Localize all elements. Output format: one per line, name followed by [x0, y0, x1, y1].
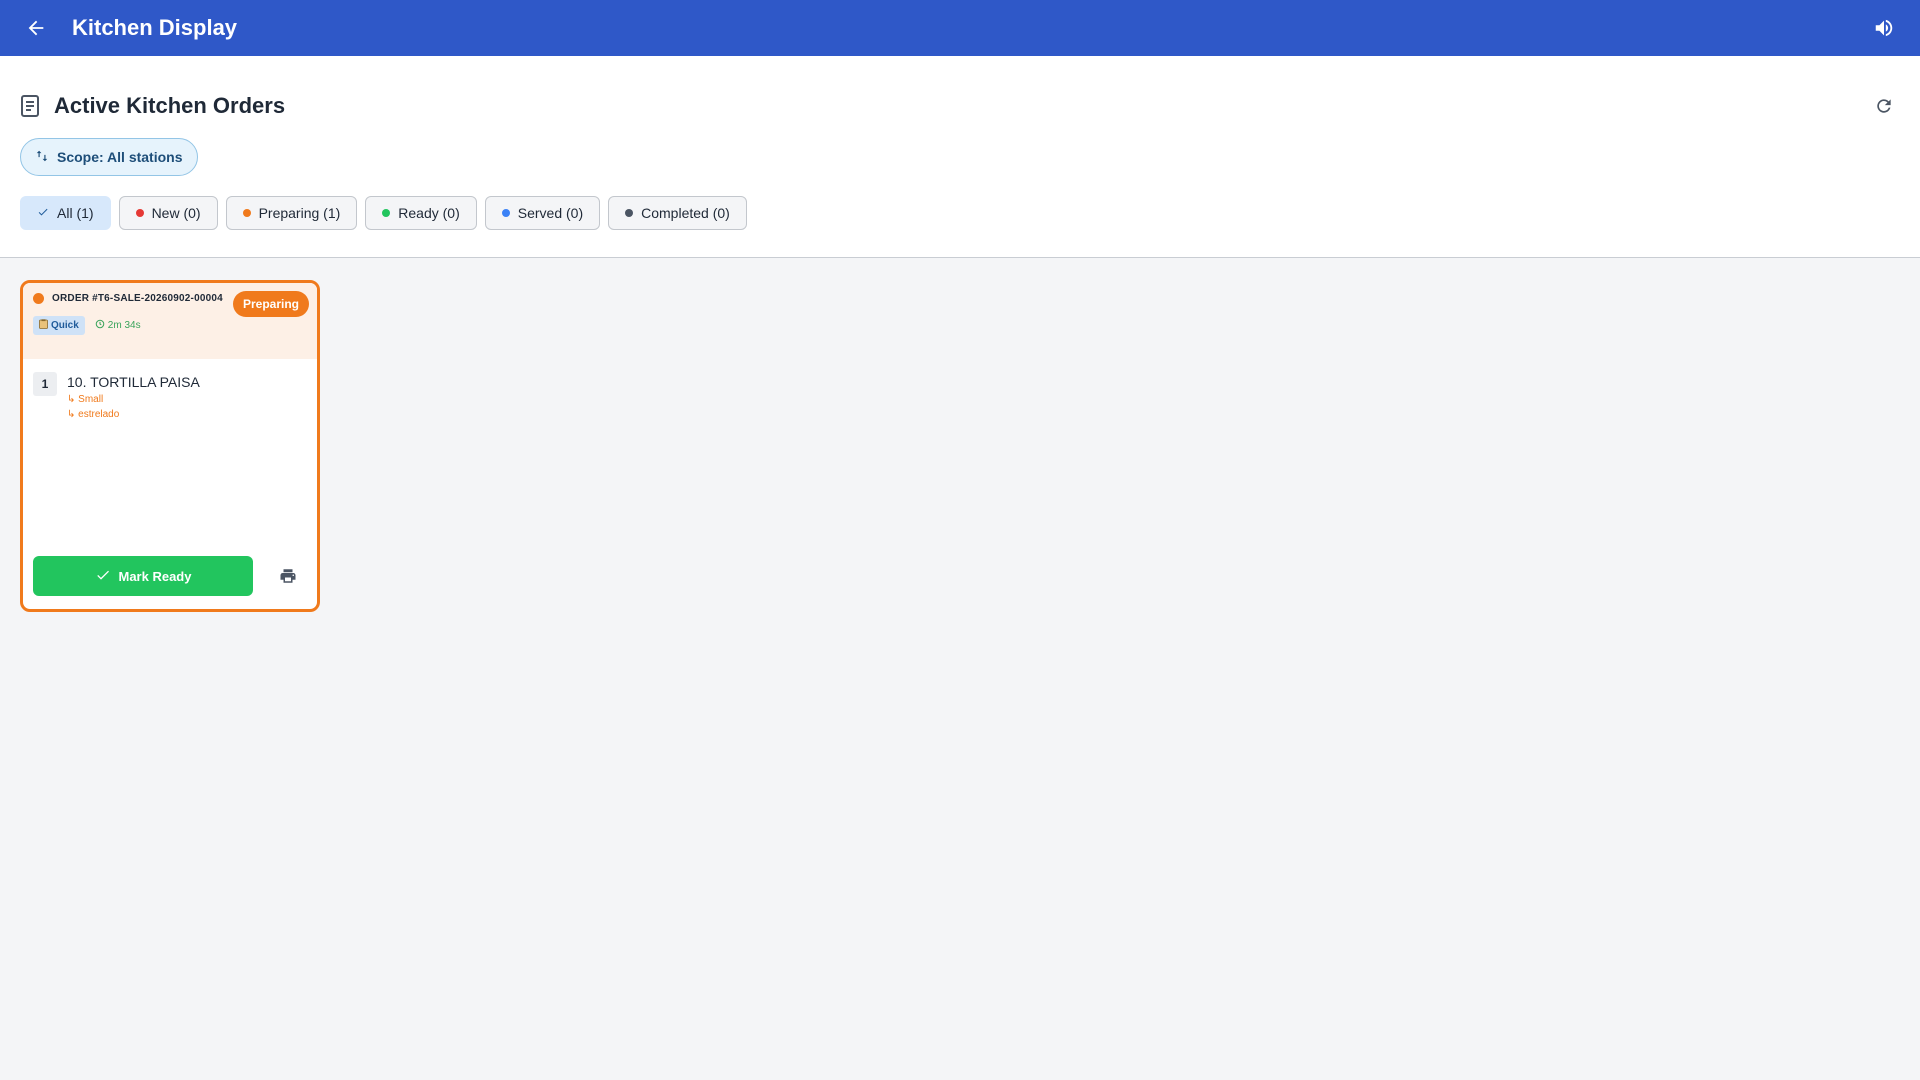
- filter-chip-new[interactable]: New (0): [118, 196, 218, 230]
- orders-board: ORDER #T6-SALE-20260902-00004 Preparing …: [0, 258, 1920, 634]
- status-filter-bar: All (1) New (0) Preparing (1) Ready (0) …: [20, 196, 1900, 230]
- scope-label: Scope: All stations: [57, 149, 183, 165]
- status-dot-icon: [382, 209, 391, 217]
- status-dot-icon: [501, 209, 510, 217]
- order-number: ORDER #T6-SALE-20260902-00004: [52, 293, 223, 304]
- volume-icon[interactable]: [1868, 12, 1900, 44]
- status-dot-icon: [33, 293, 44, 304]
- print-icon[interactable]: [273, 561, 303, 591]
- mark-ready-button[interactable]: Mark Ready: [33, 556, 253, 596]
- item-name: 10. TORTILLA PAISA: [67, 374, 200, 390]
- filter-label: New (0): [151, 205, 201, 221]
- order-card-header: ORDER #T6-SALE-20260902-00004 Preparing …: [23, 283, 317, 359]
- app-bar: Kitchen Display: [0, 0, 1920, 56]
- status-dot-icon: [625, 209, 634, 217]
- filter-label: Completed (0): [641, 205, 730, 221]
- filter-label: All (1): [57, 205, 94, 221]
- orders-header-panel: Active Kitchen Orders Scope: All station…: [0, 56, 1920, 258]
- filter-chip-all[interactable]: All (1): [20, 196, 111, 230]
- clock-icon: [95, 319, 105, 332]
- order-items: 1 10. TORTILLA PAISA ↳ Small ↳ estrelado: [23, 359, 317, 557]
- status-dot-icon: [135, 209, 144, 217]
- page-title: Active Kitchen Orders: [54, 93, 286, 118]
- swap-vertical-icon: [35, 149, 49, 166]
- list-item: 1 10. TORTILLA PAISA ↳ Small ↳ estrelado: [33, 371, 307, 420]
- filter-label: Preparing (1): [258, 205, 341, 221]
- item-modifier: ↳ Small: [67, 394, 104, 405]
- status-badge: Preparing: [232, 291, 309, 317]
- check-icon: [37, 205, 49, 221]
- order-card[interactable]: ORDER #T6-SALE-20260902-00004 Preparing …: [20, 280, 320, 612]
- order-type-label: Quick: [51, 320, 79, 331]
- clipboard-icon: [39, 319, 48, 332]
- elapsed-timer: 2m 34s: [95, 319, 141, 332]
- refresh-icon[interactable]: [1868, 90, 1900, 122]
- scope-selector-button[interactable]: Scope: All stations: [20, 138, 198, 176]
- filter-label: Ready (0): [398, 205, 460, 221]
- filter-label: Served (0): [517, 205, 584, 221]
- order-type-tag: Quick: [33, 316, 85, 335]
- receipt-icon: [20, 94, 44, 118]
- item-modifier: ↳ estrelado: [67, 409, 120, 420]
- filter-chip-served[interactable]: Served (0): [484, 196, 601, 230]
- filter-chip-completed[interactable]: Completed (0): [608, 196, 747, 230]
- status-dot-icon: [242, 209, 251, 217]
- mark-ready-label: Mark Ready: [118, 568, 192, 584]
- filter-chip-ready[interactable]: Ready (0): [365, 196, 477, 230]
- elapsed-time: 2m 34s: [107, 320, 141, 331]
- app-title: Kitchen Display: [72, 15, 238, 40]
- filter-chip-preparing[interactable]: Preparing (1): [225, 196, 358, 230]
- check-icon: [95, 567, 111, 586]
- back-arrow-icon[interactable]: [20, 12, 52, 44]
- item-quantity: 1: [33, 372, 57, 396]
